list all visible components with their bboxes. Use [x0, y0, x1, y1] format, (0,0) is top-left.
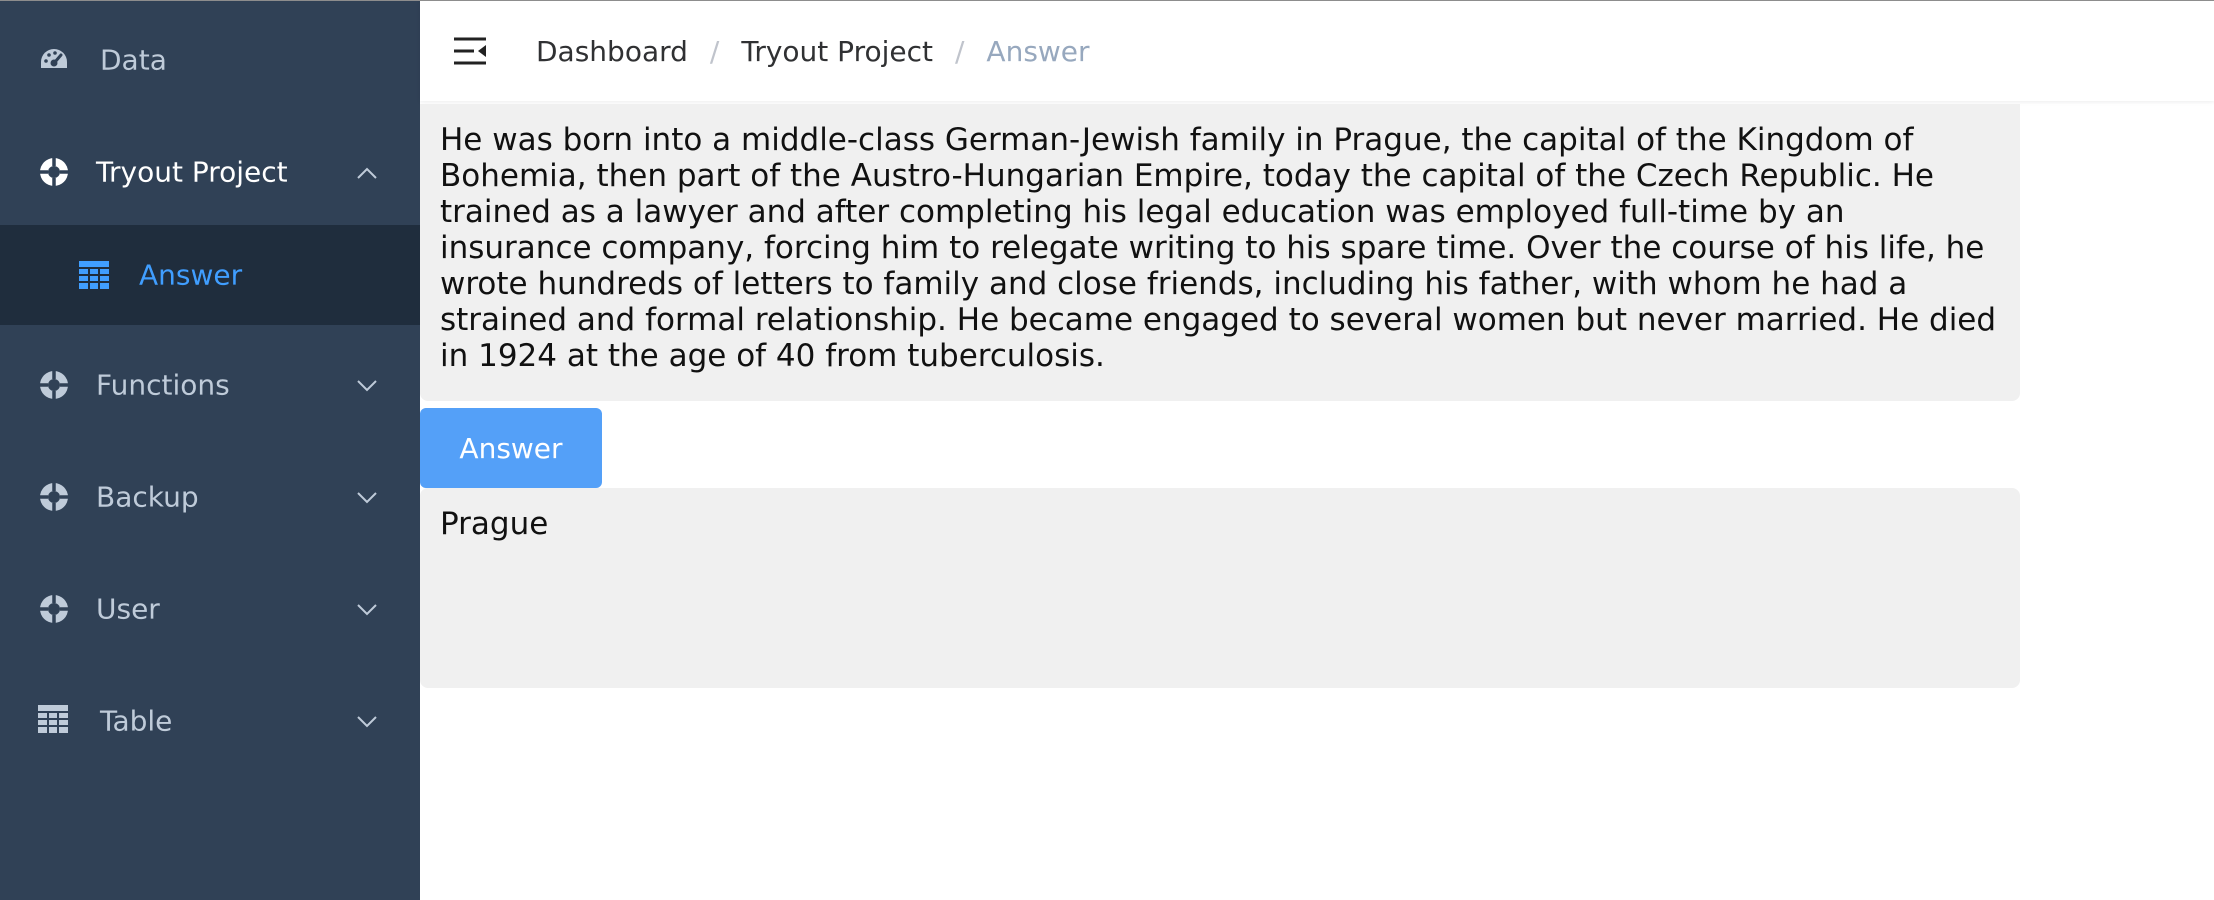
chevron-down-icon	[356, 378, 378, 392]
sidebar-toggle-icon[interactable]	[452, 35, 488, 67]
sidebar-item-table[interactable]: Table	[0, 665, 420, 777]
sidebar-item-label: Tryout Project	[96, 155, 288, 189]
breadcrumb-current: Answer	[986, 34, 1090, 68]
window-top-border	[0, 0, 2214, 1]
breadcrumb: Dashboard / Tryout Project / Answer	[536, 1, 1090, 101]
sidebar-item-label: Table	[100, 704, 173, 738]
question-context-text: He was born into a middle-class German-J…	[420, 104, 2020, 401]
sidebar-item-label: User	[96, 592, 160, 626]
sidebar-item-tryout-project[interactable]: Tryout Project	[0, 116, 420, 228]
lifebuoy-icon	[38, 369, 70, 401]
sidebar-item-functions[interactable]: Functions	[0, 329, 420, 441]
chevron-up-icon	[356, 165, 378, 179]
sidebar-item-label: Backup	[96, 480, 199, 514]
lifebuoy-icon	[38, 156, 70, 188]
answer-output-text: Prague	[420, 488, 2020, 688]
sidebar-subitem-answer[interactable]: Answer	[0, 225, 420, 325]
table-grid-icon	[38, 705, 70, 737]
sidebar-item-backup[interactable]: Backup	[0, 441, 420, 553]
breadcrumb-separator: /	[709, 34, 720, 68]
navbar: Dashboard / Tryout Project / Answer	[420, 1, 2214, 101]
sidebar-item-label: Functions	[96, 368, 230, 402]
chevron-down-icon	[356, 490, 378, 504]
table-grid-icon	[79, 261, 109, 289]
breadcrumb-tryout-project[interactable]: Tryout Project	[741, 35, 933, 68]
sidebar-item-user[interactable]: User	[0, 553, 420, 665]
breadcrumb-dashboard[interactable]: Dashboard	[536, 35, 688, 68]
sidebar-item-label: Data	[100, 43, 167, 77]
sidebar-item-label: Answer	[139, 258, 243, 292]
dashboard-gauge-icon	[38, 44, 70, 76]
chevron-down-icon	[356, 602, 378, 616]
chevron-down-icon	[356, 714, 378, 728]
sidebar-item-data[interactable]: Data	[0, 4, 420, 116]
breadcrumb-separator: /	[954, 34, 965, 68]
answer-button[interactable]: Answer	[420, 408, 602, 488]
lifebuoy-icon	[38, 593, 70, 625]
sidebar: Data Tryout Project Answer Functions Bac…	[0, 0, 420, 900]
lifebuoy-icon	[38, 481, 70, 513]
